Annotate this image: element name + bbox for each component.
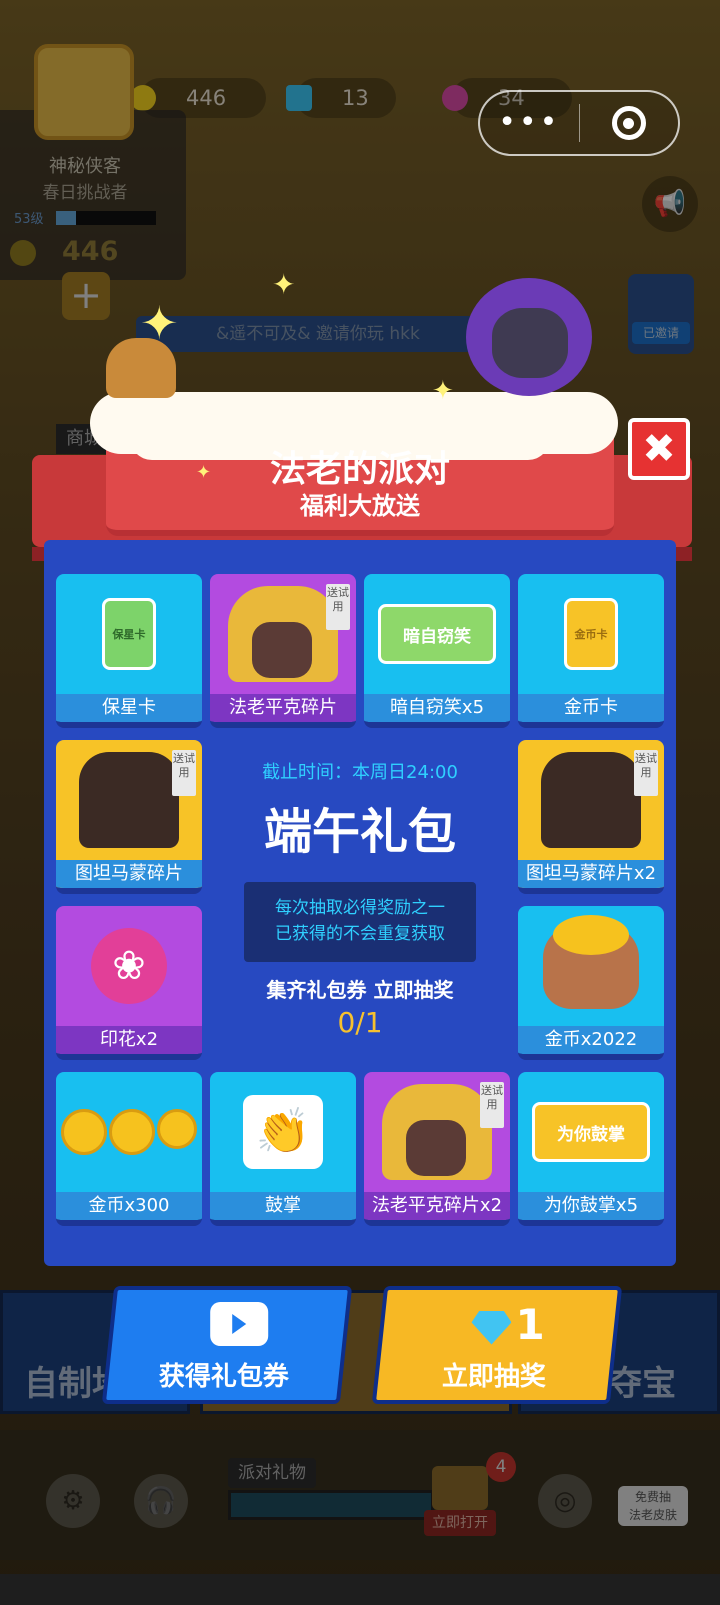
reward-label: 鼓掌	[210, 1192, 356, 1220]
ticket-progress: 0/1	[337, 1006, 383, 1039]
reward-label: 法老平克碎片	[210, 694, 356, 722]
shield-card-icon: 保星卡	[56, 574, 202, 694]
modal-title: 法老的派对	[269, 449, 450, 490]
collect-hint: 集齐礼包券 立即抽奖	[266, 978, 454, 1002]
reward-label: 为你鼓掌x5	[518, 1192, 664, 1220]
gem-icon	[472, 1311, 512, 1345]
draw-rule-line: 每次抽取必得奖励之一	[275, 898, 445, 918]
draw-now-label: 立即抽奖	[441, 1362, 546, 1392]
smirk-sticker-icon: 暗自窃笑	[364, 574, 510, 694]
reward-cell[interactable]: 送试用 法老平克碎片x2	[364, 1072, 510, 1226]
gold-coins-icon	[56, 1072, 202, 1192]
sparkle-icon: ✦	[140, 296, 179, 350]
reward-label: 保星卡	[56, 694, 202, 722]
reward-cell[interactable]: 送试用 图坦马蒙碎片x2	[518, 740, 664, 894]
deadline-text: 截止时间：本周日24:00	[262, 762, 458, 783]
reward-cell[interactable]: 为你鼓掌 为你鼓掌x5	[518, 1072, 664, 1226]
reward-label: 图坦马蒙碎片	[56, 860, 202, 888]
reward-label: 金币卡	[518, 694, 664, 722]
reward-cell[interactable]: 送试用 图坦马蒙碎片	[56, 740, 202, 894]
clap-sticker-icon: 👏	[210, 1072, 356, 1192]
gold-sack-icon	[518, 906, 664, 1026]
close-button[interactable]: ✖	[628, 418, 690, 480]
reward-cell[interactable]: 暗自窃笑 暗自窃笑x5	[364, 574, 510, 728]
reward-cell[interactable]: 金币卡 金币卡	[518, 574, 664, 728]
get-ticket-button[interactable]: 获得礼包券	[101, 1286, 353, 1404]
draw-now-button[interactable]: 1 立即抽奖	[371, 1286, 623, 1404]
modal-subtitle: 福利大放送	[300, 492, 420, 520]
stamp-flower-icon: ❀	[56, 906, 202, 1026]
draw-cost: 1	[458, 1300, 558, 1349]
trial-tag: 送试用	[480, 1082, 504, 1128]
reward-cell[interactable]: 👏 鼓掌	[210, 1072, 356, 1226]
reward-label: 印花x2	[56, 1026, 202, 1054]
clap-for-you-sticker-icon: 为你鼓掌	[518, 1072, 664, 1192]
sparkle-icon: ✦	[272, 268, 296, 301]
reward-label: 法老平克碎片x2	[364, 1192, 510, 1220]
package-name: 端午礼包	[263, 804, 456, 860]
reward-label: 金币x300	[56, 1192, 202, 1220]
system-nav-bar	[0, 1574, 720, 1605]
reward-cell[interactable]: ❀ 印花x2	[56, 906, 202, 1060]
reward-cell[interactable]: 送试用 法老平克碎片	[210, 574, 356, 728]
reward-label: 金币x2022	[518, 1026, 664, 1054]
reward-cell[interactable]: 保星卡 保星卡	[56, 574, 202, 728]
video-camera-icon	[210, 1302, 269, 1346]
get-ticket-label: 获得礼包券	[158, 1362, 289, 1392]
miniprogram-capsule: •••	[478, 90, 680, 156]
draw-rules-box: 每次抽取必得奖励之一 已获得的不会重复获取	[244, 882, 476, 962]
reward-cell[interactable]: 金币x2022	[518, 906, 664, 1060]
gold-card-icon: 金币卡	[518, 574, 664, 694]
reward-label: 图坦马蒙碎片x2	[518, 860, 664, 888]
pharaoh-face	[492, 308, 568, 378]
sparkle-icon: ✦	[432, 376, 454, 406]
trial-tag: 送试用	[172, 750, 196, 796]
pharaoh-character-right	[466, 278, 592, 396]
more-menu-icon[interactable]: •••	[480, 108, 579, 138]
draw-rule-line: 已获得的不会重复获取	[275, 924, 445, 944]
reward-label: 暗自窃笑x5	[364, 694, 510, 722]
trial-tag: 送试用	[634, 750, 658, 796]
reward-cell[interactable]: 金币x300	[56, 1072, 202, 1226]
close-miniprogram-icon[interactable]	[579, 106, 678, 140]
trial-tag: 送试用	[326, 584, 350, 630]
